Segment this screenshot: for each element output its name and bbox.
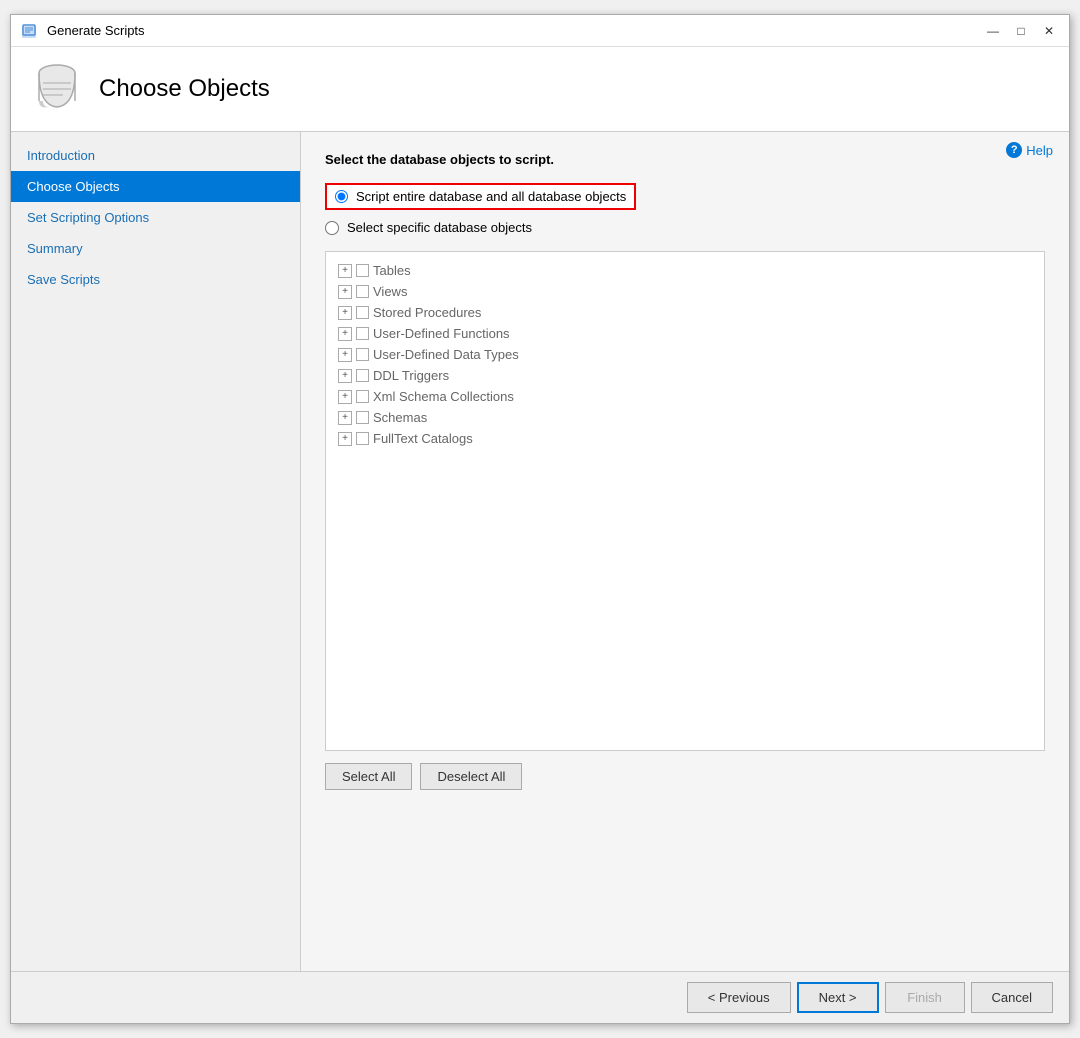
deselect-all-button[interactable]: Deselect All (420, 763, 522, 790)
radio-select-specific-input[interactable] (325, 221, 339, 235)
expand-schemas[interactable]: + (338, 411, 352, 425)
next-button[interactable]: Next > (797, 982, 879, 1013)
close-button[interactable]: ✕ (1037, 21, 1061, 41)
tree-buttons: Select All Deselect All (325, 763, 1045, 790)
checkbox-schemas[interactable] (356, 411, 369, 424)
select-all-button[interactable]: Select All (325, 763, 412, 790)
checkbox-tables[interactable] (356, 264, 369, 277)
tree-item-udf[interactable]: + User-Defined Functions (326, 323, 1044, 344)
tree-item-tables[interactable]: + Tables (326, 260, 1044, 281)
checkbox-ddl-triggers[interactable] (356, 369, 369, 382)
radio-script-entire[interactable]: Script entire database and all database … (325, 183, 636, 210)
window-icon (19, 21, 39, 41)
maximize-button[interactable]: □ (1009, 21, 1033, 41)
help-icon: ? (1006, 142, 1022, 158)
sidebar-item-choose-objects[interactable]: Choose Objects (11, 171, 300, 202)
expand-stored-procedures[interactable]: + (338, 306, 352, 320)
radio-group: Script entire database and all database … (325, 183, 1045, 235)
title-bar: Generate Scripts — □ ✕ (11, 15, 1069, 47)
tree-item-xml-schema[interactable]: + Xml Schema Collections (326, 386, 1044, 407)
radio-select-specific[interactable]: Select specific database objects (325, 220, 1045, 235)
instruction-text: Select the database objects to script. (325, 152, 1045, 167)
content-area: Introduction Choose Objects Set Scriptin… (11, 132, 1069, 971)
cancel-button[interactable]: Cancel (971, 982, 1053, 1013)
previous-button[interactable]: < Previous (687, 982, 791, 1013)
tree-item-ddl-triggers[interactable]: + DDL Triggers (326, 365, 1044, 386)
sidebar-item-introduction[interactable]: Introduction (11, 140, 300, 171)
footer: < Previous Next > Finish Cancel (11, 971, 1069, 1023)
checkbox-udf[interactable] (356, 327, 369, 340)
tree-item-uddt[interactable]: + User-Defined Data Types (326, 344, 1044, 365)
page-title: Choose Objects (99, 75, 270, 103)
tree-item-schemas[interactable]: + Schemas (326, 407, 1044, 428)
checkbox-xml-schema[interactable] (356, 390, 369, 403)
sidebar-item-set-scripting-options[interactable]: Set Scripting Options (11, 202, 300, 233)
finish-button[interactable]: Finish (885, 982, 965, 1013)
sidebar-item-save-scripts[interactable]: Save Scripts (11, 264, 300, 295)
checkbox-views[interactable] (356, 285, 369, 298)
window-title: Generate Scripts (47, 23, 981, 38)
minimize-button[interactable]: — (981, 21, 1005, 41)
tree-item-views[interactable]: + Views (326, 281, 1044, 302)
help-link[interactable]: ? Help (1006, 142, 1053, 158)
page-header: Choose Objects (11, 47, 1069, 132)
radio-script-entire-input[interactable] (335, 190, 348, 203)
tree-item-stored-procedures[interactable]: + Stored Procedures (326, 302, 1044, 323)
expand-views[interactable]: + (338, 285, 352, 299)
expand-xml-schema[interactable]: + (338, 390, 352, 404)
checkbox-stored-procedures[interactable] (356, 306, 369, 319)
header-icon (31, 63, 83, 115)
expand-udf[interactable]: + (338, 327, 352, 341)
window-controls: — □ ✕ (981, 21, 1061, 41)
expand-ddl-triggers[interactable]: + (338, 369, 352, 383)
main-window: Generate Scripts — □ ✕ Choose Objects (10, 14, 1070, 1024)
expand-tables[interactable]: + (338, 264, 352, 278)
main-panel: ? Help Select the database objects to sc… (301, 132, 1069, 971)
checkbox-uddt[interactable] (356, 348, 369, 361)
expand-uddt[interactable]: + (338, 348, 352, 362)
tree-item-fulltext[interactable]: + FullText Catalogs (326, 428, 1044, 449)
checkbox-fulltext[interactable] (356, 432, 369, 445)
objects-tree[interactable]: + Tables + Views + Stored Procedures (325, 251, 1045, 751)
sidebar-item-summary[interactable]: Summary (11, 233, 300, 264)
sidebar: Introduction Choose Objects Set Scriptin… (11, 132, 301, 971)
expand-fulltext[interactable]: + (338, 432, 352, 446)
main-content: Select the database objects to script. S… (301, 132, 1069, 971)
